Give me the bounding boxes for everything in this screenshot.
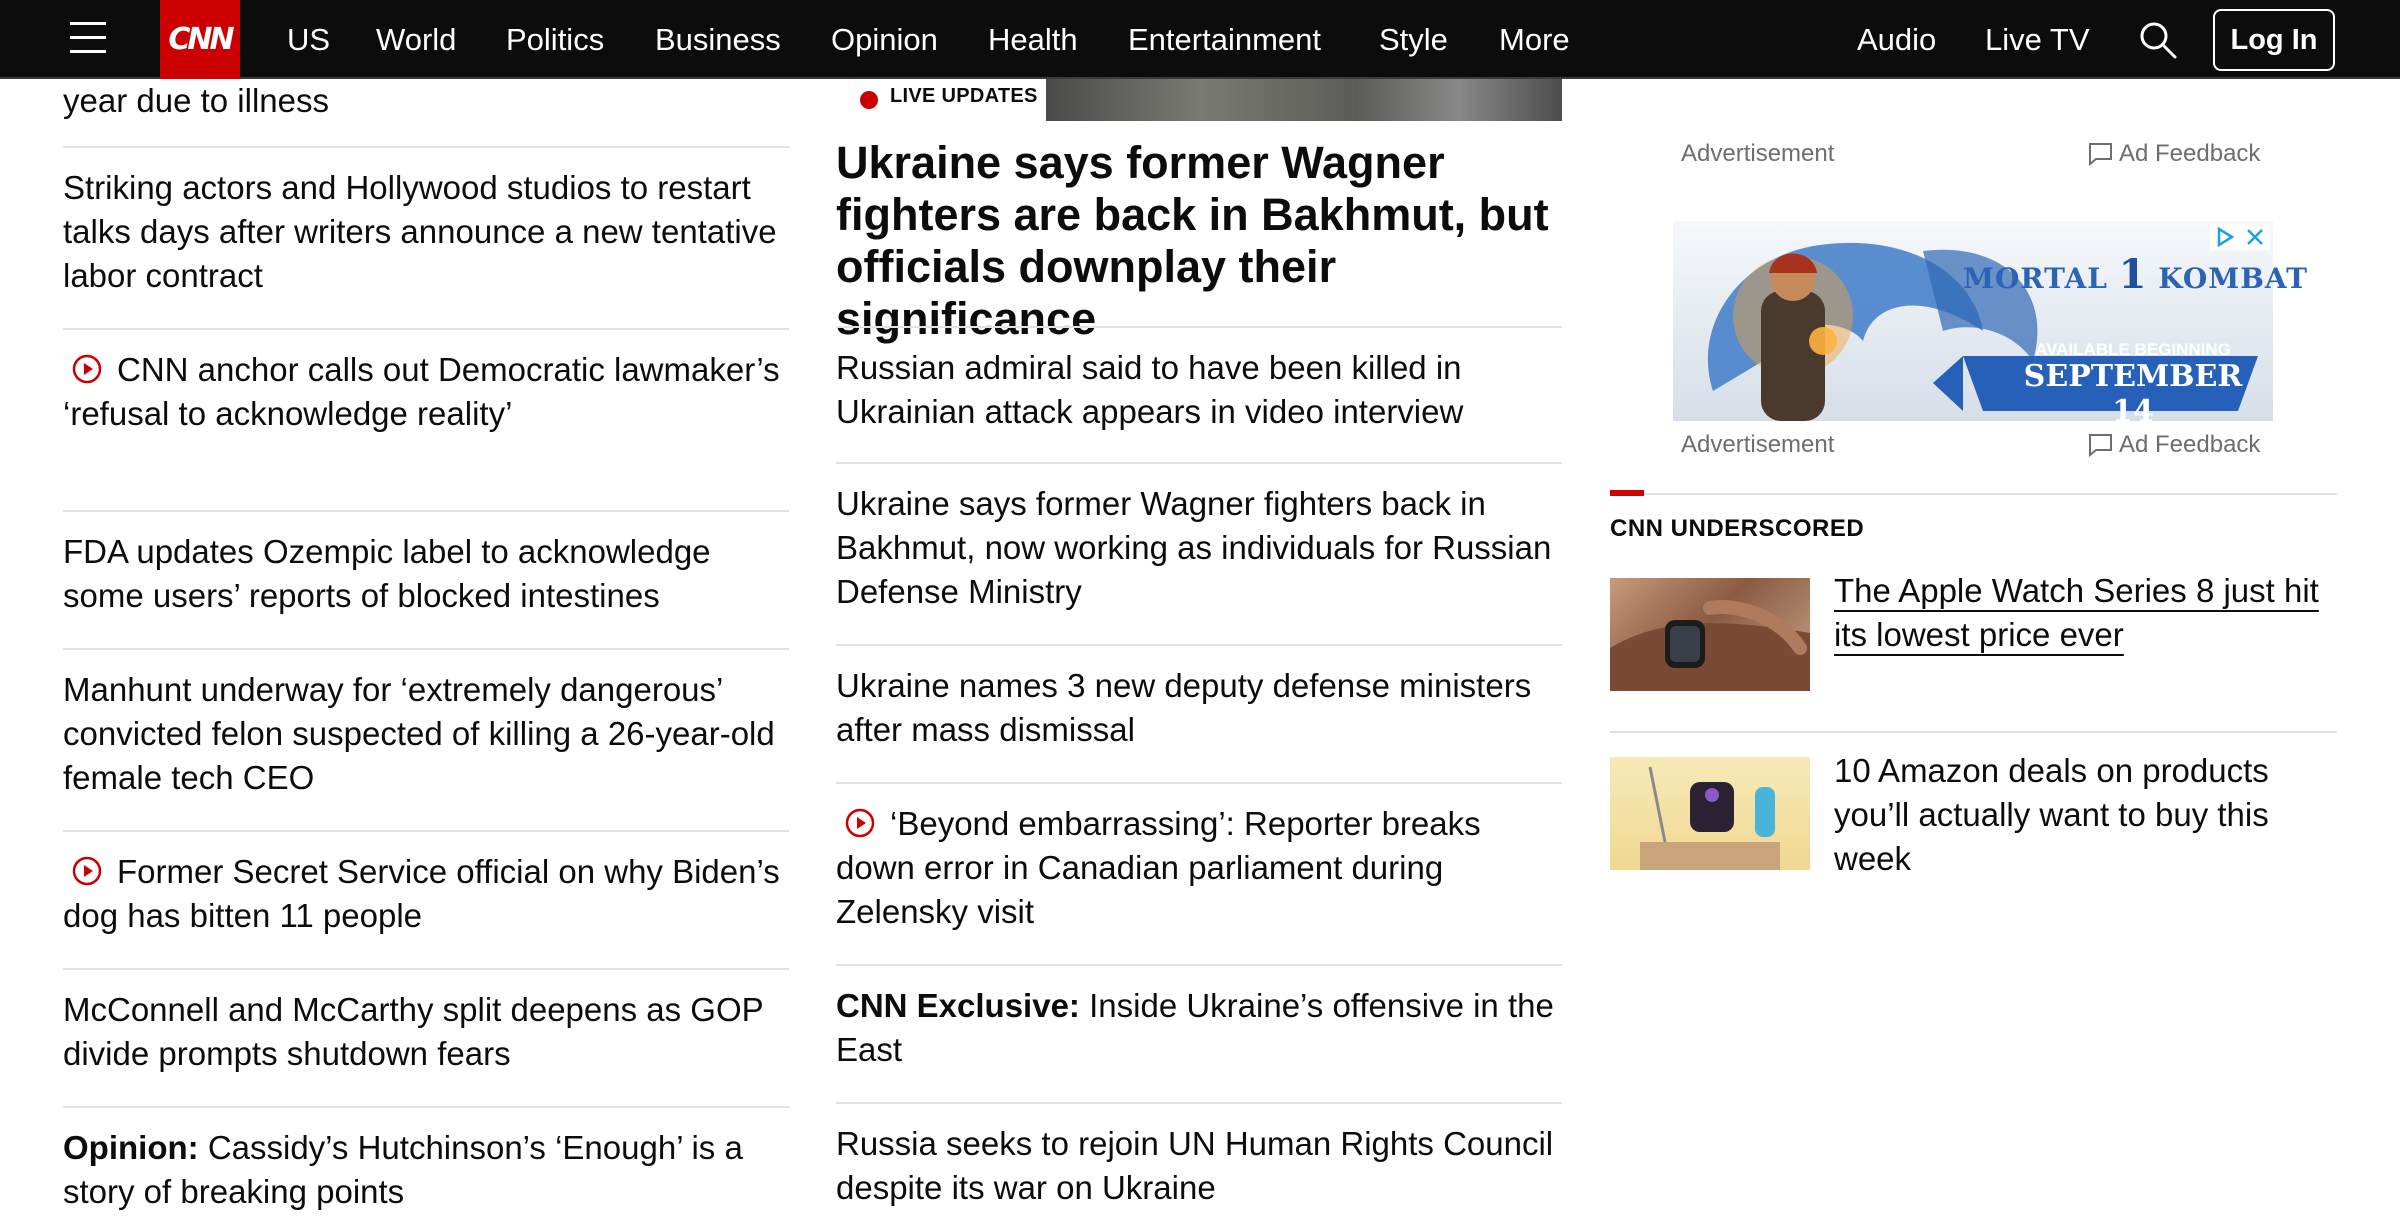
headline-item[interactable]: year due to illness	[63, 79, 789, 148]
headline-item[interactable]: CNN Exclusive: Inside Ukraine’s offensiv…	[836, 966, 1562, 1104]
promo-amazon-deals[interactable]: 10 Amazon deals on products you’ll actua…	[1834, 749, 2334, 881]
promo-divider	[1610, 731, 2337, 733]
nav-item-live-tv[interactable]: Live TV	[1985, 0, 2090, 79]
nav-item-audio[interactable]: Audio	[1857, 0, 1936, 79]
promo-link-text: The Apple Watch Series 8 just hit its lo…	[1834, 572, 2319, 653]
headline-item[interactable]: ‘Beyond embarrassing’: Reporter breaks d…	[836, 784, 1562, 966]
nav-item-politics[interactable]: Politics	[506, 0, 604, 79]
headline-text: ‘Beyond embarrassing’: Reporter breaks d…	[836, 805, 1481, 930]
cnn-logo[interactable]: CNN	[160, 0, 240, 79]
apple-watch-thumbnail[interactable]	[1610, 578, 1810, 691]
headline-text: Russian admiral said to have been killed…	[836, 349, 1464, 430]
nav-item-more[interactable]: More	[1499, 0, 1570, 79]
headline-item[interactable]: Ukraine names 3 new deputy defense minis…	[836, 646, 1562, 784]
headline-item[interactable]: Striking actors and Hollywood studios to…	[63, 148, 789, 330]
headline-item[interactable]: FDA updates Ozempic label to acknowledge…	[63, 512, 789, 650]
headline-item[interactable]: Russia seeks to rejoin UN Human Rights C…	[836, 1104, 1562, 1222]
nav-item-style[interactable]: Style	[1379, 0, 1448, 79]
section-accent-bar	[1610, 490, 1644, 496]
promo-link-text: 10 Amazon deals on products you’ll actua…	[1834, 752, 2269, 877]
amazon-deals-image	[1640, 766, 1780, 870]
headline-text: Ukraine says former Wagner fighters back…	[836, 485, 1552, 610]
ad-title-left: MORTAL	[1963, 262, 2108, 295]
ad-title-right: KOMBAT	[2158, 262, 2308, 295]
headline-item[interactable]: Opinion: Cassidy’s Hutchinson’s ‘Enough’…	[63, 1108, 789, 1222]
live-dot-icon	[860, 91, 878, 109]
headline-item[interactable]: Former Secret Service official on why Bi…	[63, 832, 789, 970]
search-icon[interactable]	[2138, 20, 2178, 60]
headline-text: Ukraine names 3 new deputy defense minis…	[836, 667, 1532, 748]
nav-item-health[interactable]: Health	[988, 0, 1078, 79]
ad-game-title: MORTAL 1 KOMBAT	[1963, 251, 2307, 298]
login-button[interactable]: Log In	[2213, 9, 2335, 71]
ad-feedback-text: Ad Feedback	[2119, 431, 2261, 458]
headline-text: FDA updates Ozempic label to acknowledge…	[63, 533, 711, 614]
headline-item[interactable]: Russian admiral said to have been killed…	[836, 326, 1562, 464]
section-divider	[1610, 493, 2337, 495]
close-ad-icon[interactable]	[2244, 226, 2266, 248]
promo-apple-watch[interactable]: The Apple Watch Series 8 just hit its lo…	[1834, 569, 2334, 657]
right-rail: Advertisement Ad Feedback MORTAL 1 KOMBA	[1610, 79, 2337, 1222]
feedback-icon	[2089, 434, 2112, 457]
nav-item-world[interactable]: World	[376, 0, 456, 79]
headline-text: Striking actors and Hollywood studios to…	[63, 169, 777, 294]
cnn-logo-text: CNN	[168, 22, 234, 57]
hamburger-menu-icon[interactable]	[70, 22, 106, 54]
opinion-prefix: Opinion:	[63, 1129, 199, 1166]
ad-choices-controls	[2210, 224, 2270, 250]
top-nav-bar: CNN US World Politics Business Opinion H…	[0, 0, 2400, 79]
headline-text: year due to illness	[63, 82, 329, 119]
lead-headline[interactable]: Ukraine says former Wagner fighters are …	[836, 137, 1562, 345]
advertisement-label: Advertisement	[1681, 431, 1835, 458]
headline-text: McConnell and McCarthy split deepens as …	[63, 991, 764, 1072]
feedback-icon	[2089, 143, 2112, 166]
nav-item-us[interactable]: US	[287, 0, 330, 79]
mid-headline-list: LIVE UPDATES Ukraine says former Wagner …	[836, 79, 1562, 1222]
headline-text: CNN anchor calls out Democratic lawmaker…	[63, 351, 780, 432]
ad-feedback-link[interactable]: Ad Feedback	[2087, 140, 2260, 168]
headline-item[interactable]: CNN anchor calls out Democratic lawmaker…	[63, 330, 789, 512]
ad-title-number: 1	[2118, 251, 2148, 298]
adchoices-icon[interactable]	[2214, 226, 2236, 248]
live-updates-thumbnail[interactable]	[1046, 79, 1562, 121]
advertisement-label: Advertisement	[1681, 140, 1835, 167]
mid-list: Russian admiral said to have been killed…	[836, 326, 1562, 1222]
headline-text: Former Secret Service official on why Bi…	[63, 853, 780, 934]
apple-watch-image	[1610, 600, 1810, 691]
headline-item[interactable]: McConnell and McCarthy split deepens as …	[63, 970, 789, 1108]
nav-item-opinion[interactable]: Opinion	[831, 0, 938, 79]
live-updates-row[interactable]: LIVE UPDATES	[836, 79, 1562, 121]
section-title-underscored[interactable]: CNN UNDERSCORED	[1610, 515, 1864, 543]
ad-date-text: SEPTEMBER 14	[2023, 359, 2243, 429]
nav-item-entertainment[interactable]: Entertainment	[1128, 0, 1321, 79]
headline-text: Russia seeks to rejoin UN Human Rights C…	[836, 1125, 1554, 1206]
headline-item[interactable]: Ukraine says former Wagner fighters back…	[836, 464, 1562, 646]
play-video-icon	[72, 856, 102, 886]
play-video-icon	[72, 354, 102, 384]
play-video-icon	[845, 808, 875, 838]
live-updates-label: LIVE UPDATES	[890, 85, 1038, 107]
ad-available-text: AVAILABLE BEGINNING	[2035, 340, 2231, 359]
nav-item-business[interactable]: Business	[655, 0, 781, 79]
left-headline-list: year due to illness Striking actors and …	[63, 79, 789, 1222]
exclusive-prefix: CNN Exclusive:	[836, 987, 1080, 1024]
headline-item[interactable]: Manhunt underway for ‘extremely dangerou…	[63, 650, 789, 832]
amazon-deals-thumbnail[interactable]	[1610, 757, 1810, 870]
ad-feedback-link[interactable]: Ad Feedback	[2087, 431, 2260, 459]
headline-text: Manhunt underway for ‘extremely dangerou…	[63, 671, 775, 796]
ad-feedback-text: Ad Feedback	[2119, 140, 2261, 167]
